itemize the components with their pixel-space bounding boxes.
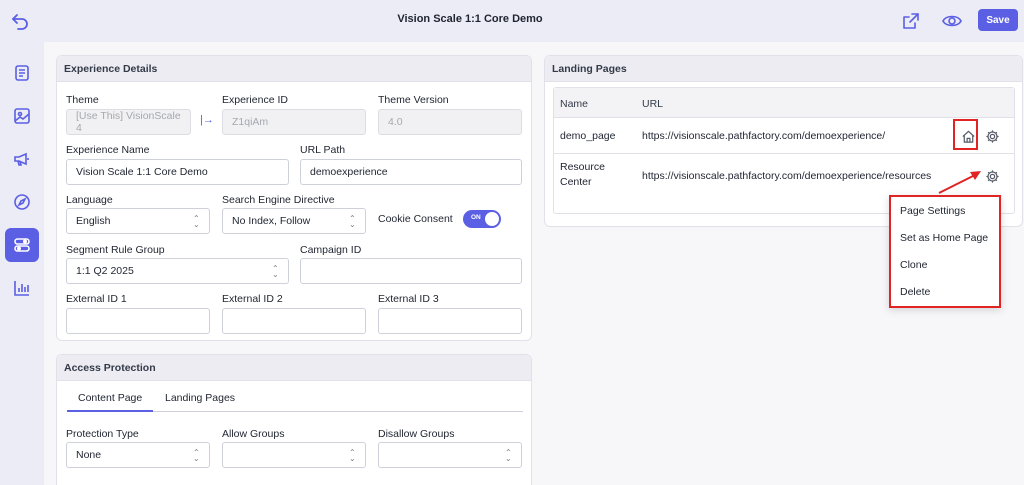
search-directive-select[interactable]: No Index, Follow ⌃ ⌄ [222, 208, 366, 234]
experience-name-input[interactable]: Vision Scale 1:1 Core Demo [66, 159, 289, 185]
row-2-name-line-2: Center [560, 176, 592, 188]
search-directive-value: No Index, Follow [232, 215, 311, 227]
annotation-arrow [938, 171, 981, 194]
theme-field: [Use This] VisionScale 4 [66, 109, 191, 135]
top-bar: Vision Scale 1:1 Core Demo Save [0, 0, 1024, 42]
campaign-id-input[interactable] [300, 258, 522, 284]
toggle-state: ON [471, 214, 481, 221]
select-chevron-icon: ⌃ ⌄ [349, 448, 356, 463]
allow-groups-select[interactable]: ⌃ ⌄ [222, 442, 366, 468]
sidebar-item-campaign[interactable] [5, 142, 39, 176]
external-id-3-label: External ID 3 [378, 293, 439, 305]
page-context-menu: Page Settings Set as Home Page Clone Del… [889, 195, 1001, 308]
sidebar [0, 42, 44, 485]
theme-version-field: 4.0 [378, 109, 522, 135]
external-id-2-label: External ID 2 [222, 293, 283, 305]
external-id-1-input[interactable] [66, 308, 210, 334]
url-path-input[interactable]: demoexperience [300, 159, 522, 185]
panel-title: Experience Details [57, 56, 531, 82]
access-tabs: Content Page Landing Pages [67, 389, 523, 412]
theme-value: [Use This] VisionScale 4 [76, 110, 181, 134]
compass-icon [14, 194, 30, 210]
external-id-1-label: External ID 1 [66, 293, 127, 305]
home-icon-highlight [953, 119, 978, 150]
external-id-3-input[interactable] [378, 308, 522, 334]
cookie-consent-label: Cookie Consent [378, 213, 453, 225]
sidebar-item-analytics[interactable] [5, 271, 39, 305]
language-select[interactable]: English ⌃ ⌄ [66, 208, 210, 234]
share-icon[interactable] [901, 11, 921, 31]
column-header-url: URL [642, 98, 664, 110]
experience-name-value: Vision Scale 1:1 Core Demo [76, 166, 208, 178]
experience-name-label: Experience Name [66, 144, 150, 156]
select-chevron-icon: ⌃ ⌄ [349, 214, 356, 229]
column-header-name: Name [560, 98, 589, 110]
segment-rule-value: 1:1 Q2 2025 [76, 265, 134, 277]
save-button[interactable]: Save [978, 9, 1018, 31]
page-title: Vision Scale 1:1 Core Demo [397, 13, 543, 25]
main-content: Experience Details Theme [Use This] Visi… [44, 42, 1024, 485]
select-chevron-icon: ⌃ ⌄ [193, 448, 200, 463]
access-protection-panel: Access Protection Content Page Landing P… [56, 354, 532, 485]
panel-title: Access Protection [57, 355, 531, 381]
select-chevron-icon: ⌃ ⌄ [505, 448, 512, 463]
row-2-url[interactable]: https://visionscale.pathfactory.com/demo… [642, 170, 931, 182]
cookie-consent-toggle[interactable]: ON [463, 210, 501, 228]
panel-title: Landing Pages [545, 56, 1022, 82]
sidebar-item-settings[interactable] [5, 228, 39, 262]
row-1-url[interactable]: https://visionscale.pathfactory.com/demo… [642, 130, 885, 142]
megaphone-icon [14, 152, 29, 166]
table-header: Name URL [554, 88, 1014, 118]
theme-label: Theme [66, 94, 99, 106]
protection-type-select[interactable]: None ⌃ ⌄ [66, 442, 210, 468]
row-divider [554, 153, 1014, 154]
tab-content-page[interactable]: Content Page [67, 392, 154, 412]
protection-type-value: None [76, 449, 102, 461]
url-path-value: demoexperience [310, 166, 388, 178]
sidebar-item-image[interactable] [5, 99, 39, 133]
campaign-id-label: Campaign ID [300, 244, 362, 256]
tab-landing-pages[interactable]: Landing Pages [165, 392, 235, 412]
document-icon [15, 65, 29, 81]
theme-link-icon[interactable]: |→ [200, 114, 214, 126]
sidebar-item-explore[interactable] [5, 185, 39, 219]
row-2-name-line-1: Resource [560, 161, 605, 173]
experience-id-value: Z1qiAm [232, 116, 269, 128]
menu-item-set-home-page[interactable]: Set as Home Page [900, 232, 988, 244]
segment-rule-label: Segment Rule Group [66, 244, 165, 256]
experience-id-label: Experience ID [222, 94, 288, 106]
sidebar-item-document[interactable] [5, 56, 39, 90]
select-chevron-icon: ⌃ ⌄ [193, 214, 200, 229]
protection-type-label: Protection Type [66, 428, 139, 440]
image-icon [14, 108, 30, 124]
row-1-name: demo_page [560, 130, 616, 142]
url-path-label: URL Path [300, 144, 346, 156]
disallow-groups-label: Disallow Groups [378, 428, 455, 440]
external-id-2-input[interactable] [222, 308, 366, 334]
gear-icon[interactable] [981, 125, 1003, 147]
search-directive-label: Search Engine Directive [222, 194, 335, 206]
experience-details-panel: Experience Details Theme [Use This] Visi… [56, 55, 532, 341]
toggle-knob [485, 212, 499, 226]
disallow-groups-select[interactable]: ⌃ ⌄ [378, 442, 522, 468]
bar-chart-icon [14, 281, 29, 296]
toggles-icon [14, 238, 30, 252]
language-value: English [76, 215, 111, 227]
allow-groups-label: Allow Groups [222, 428, 285, 440]
preview-eye-icon[interactable] [942, 12, 962, 30]
experience-id-field: Z1qiAm [222, 109, 366, 135]
language-label: Language [66, 194, 113, 206]
theme-version-value: 4.0 [388, 116, 403, 128]
menu-item-page-settings[interactable]: Page Settings [900, 205, 965, 217]
select-chevron-icon: ⌃ ⌄ [272, 264, 279, 279]
theme-version-label: Theme Version [378, 94, 449, 106]
menu-item-delete[interactable]: Delete [900, 286, 930, 298]
menu-item-clone[interactable]: Clone [900, 259, 927, 271]
segment-rule-select[interactable]: 1:1 Q2 2025 ⌃ ⌄ [66, 258, 289, 284]
